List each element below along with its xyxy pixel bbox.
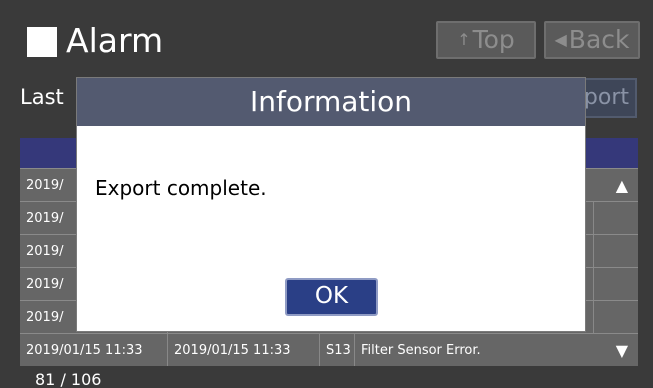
- back-button-label: Back: [568, 25, 630, 54]
- top-button-label: Top: [472, 25, 515, 54]
- alarm-screen: Alarm ↑Top ◀Back Last port 2019/ ▲ 2019/…: [0, 0, 653, 388]
- last-label: Last: [20, 85, 64, 109]
- table-cell-occurred: 2019/01/15 11:33: [20, 334, 168, 366]
- table-cell-message: Filter Sensor Error.: [361, 342, 481, 358]
- table-cell-recovered: 2019/01/15 11:33: [168, 334, 320, 366]
- scroll-up-icon[interactable]: ▲: [616, 176, 628, 195]
- scrollbar-track[interactable]: [593, 202, 638, 234]
- dialog-title: Information: [77, 78, 585, 126]
- arrow-left-icon: ◀: [554, 30, 567, 49]
- back-button[interactable]: ◀Back: [544, 21, 640, 59]
- dialog-message: Export complete.: [95, 176, 267, 200]
- scrollbar-track[interactable]: [593, 301, 638, 333]
- scrollbar-track[interactable]: [593, 268, 638, 300]
- ok-button[interactable]: OK: [285, 278, 378, 316]
- information-dialog: Information Export complete. OK: [76, 77, 586, 332]
- table-cell-code: S13: [320, 334, 355, 366]
- scrollbar-track[interactable]: [593, 235, 638, 267]
- top-button[interactable]: ↑Top: [436, 21, 536, 59]
- page-title: Alarm: [66, 21, 164, 60]
- page-counter: 81 / 106: [35, 370, 102, 388]
- arrow-up-icon: ↑: [457, 30, 471, 49]
- scroll-down-icon[interactable]: ▼: [616, 341, 628, 360]
- alarm-square-icon: [27, 27, 57, 57]
- table-row[interactable]: 2019/01/15 11:33 2019/01/15 11:33 S13 Fi…: [20, 333, 638, 366]
